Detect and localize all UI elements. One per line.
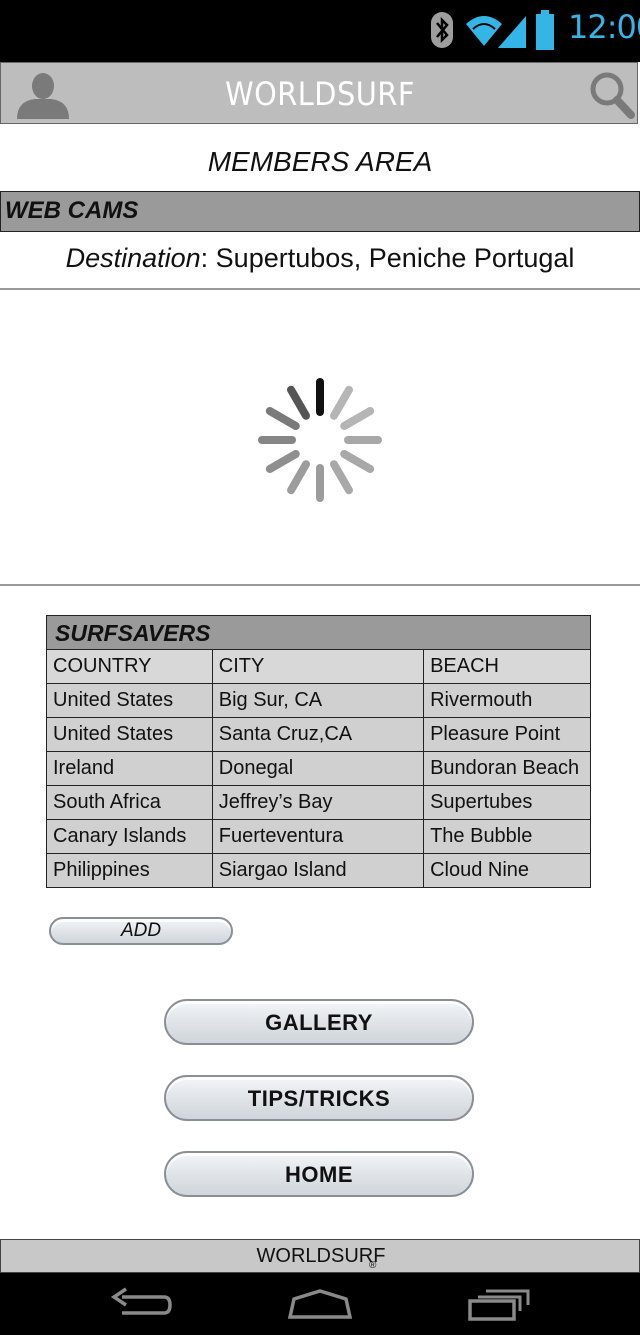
column-header-city: CITY	[211, 649, 425, 684]
table-row[interactable]: United States Big Sur, CA Rivermouth	[46, 683, 591, 718]
cell-beach: Bundoran Beach	[423, 751, 591, 786]
column-header-country: COUNTRY	[46, 649, 213, 684]
webcams-header: WEB CAMS	[0, 191, 640, 232]
surfsavers-grid: COUNTRY CITY BEACH United States Big Sur…	[46, 649, 591, 888]
surfsavers-title: SURFSAVERS	[55, 620, 211, 646]
cell-city: Jeffrey’s Bay	[211, 785, 425, 820]
app-bar: WORLDSURF	[0, 62, 638, 124]
spinner-spoke	[330, 460, 353, 495]
cell-country: Canary Islands	[46, 819, 213, 854]
status-bar: 12:00	[0, 0, 640, 62]
spinner-spoke	[340, 450, 375, 473]
cell-country: Ireland	[46, 751, 213, 786]
battery-icon	[536, 10, 554, 50]
home-icon[interactable]	[286, 1287, 354, 1321]
registered-mark: ®	[369, 1260, 377, 1271]
spinner-spoke	[340, 407, 375, 430]
cell-country: United States	[46, 717, 213, 752]
signal-icon	[498, 16, 526, 48]
cell-beach: The Bubble	[423, 819, 591, 854]
cell-beach: Cloud Nine	[423, 853, 591, 888]
spinner-spoke	[330, 385, 353, 420]
table-header-row: COUNTRY CITY BEACH	[46, 649, 591, 684]
cell-beach: Supertubes	[423, 785, 591, 820]
cell-country: Philippines	[46, 853, 213, 888]
gallery-button[interactable]: GALLERY	[164, 999, 474, 1045]
footer: WORLDSURF ®	[0, 1239, 640, 1273]
app-title: WORLDSURF	[225, 75, 415, 113]
cell-beach: Rivermouth	[423, 683, 591, 718]
table-row[interactable]: South Africa Jeffrey’s Bay Supertubes	[46, 785, 591, 820]
surfsavers-header: SURFSAVERS	[46, 615, 591, 650]
search-icon[interactable]	[587, 69, 637, 121]
table-row[interactable]: Canary Islands Fuerteventura The Bubble	[46, 819, 591, 854]
spinner-spoke	[287, 385, 310, 420]
column-header-beach: BEACH	[423, 649, 591, 684]
divider	[0, 288, 640, 290]
cell-country: United States	[46, 683, 213, 718]
add-button[interactable]: ADD	[49, 917, 233, 945]
divider	[0, 584, 640, 586]
destination-value: : Supertubos, Peniche Portugal	[200, 243, 575, 273]
cell-city: Donegal	[211, 751, 425, 786]
back-icon[interactable]	[108, 1287, 174, 1321]
cell-city: Santa Cruz,CA	[211, 717, 425, 752]
cell-city: Fuerteventura	[211, 819, 425, 854]
tips-tricks-button[interactable]: TIPS/TRICKS	[164, 1075, 474, 1121]
home-button[interactable]: HOME	[164, 1151, 474, 1197]
navigation-bar	[0, 1273, 640, 1335]
spinner-spoke	[265, 450, 300, 473]
spinner-spoke	[287, 460, 310, 495]
cell-city: Siargao Island	[211, 853, 425, 888]
status-clock: 12:00	[568, 8, 640, 46]
loading-spinner-icon	[258, 378, 382, 502]
table-row[interactable]: Philippines Siargao Island Cloud Nine	[46, 853, 591, 888]
cell-beach: Pleasure Point	[423, 717, 591, 752]
webcams-title: WEB CAMS	[5, 197, 139, 224]
table-row[interactable]: Ireland Donegal Bundoran Beach	[46, 751, 591, 786]
destination-line: Destination: Supertubos, Peniche Portuga…	[0, 243, 640, 274]
footer-brand: WORLDSURF	[256, 1245, 386, 1267]
bluetooth-icon	[431, 12, 453, 48]
recent-apps-icon[interactable]	[466, 1285, 532, 1323]
table-row[interactable]: United States Santa Cruz,CA Pleasure Poi…	[46, 717, 591, 752]
cell-country: South Africa	[46, 785, 213, 820]
destination-label: Destination	[65, 243, 201, 273]
spinner-spoke	[265, 407, 300, 430]
cell-city: Big Sur, CA	[211, 683, 425, 718]
page-subtitle: MEMBERS AREA	[207, 146, 433, 177]
